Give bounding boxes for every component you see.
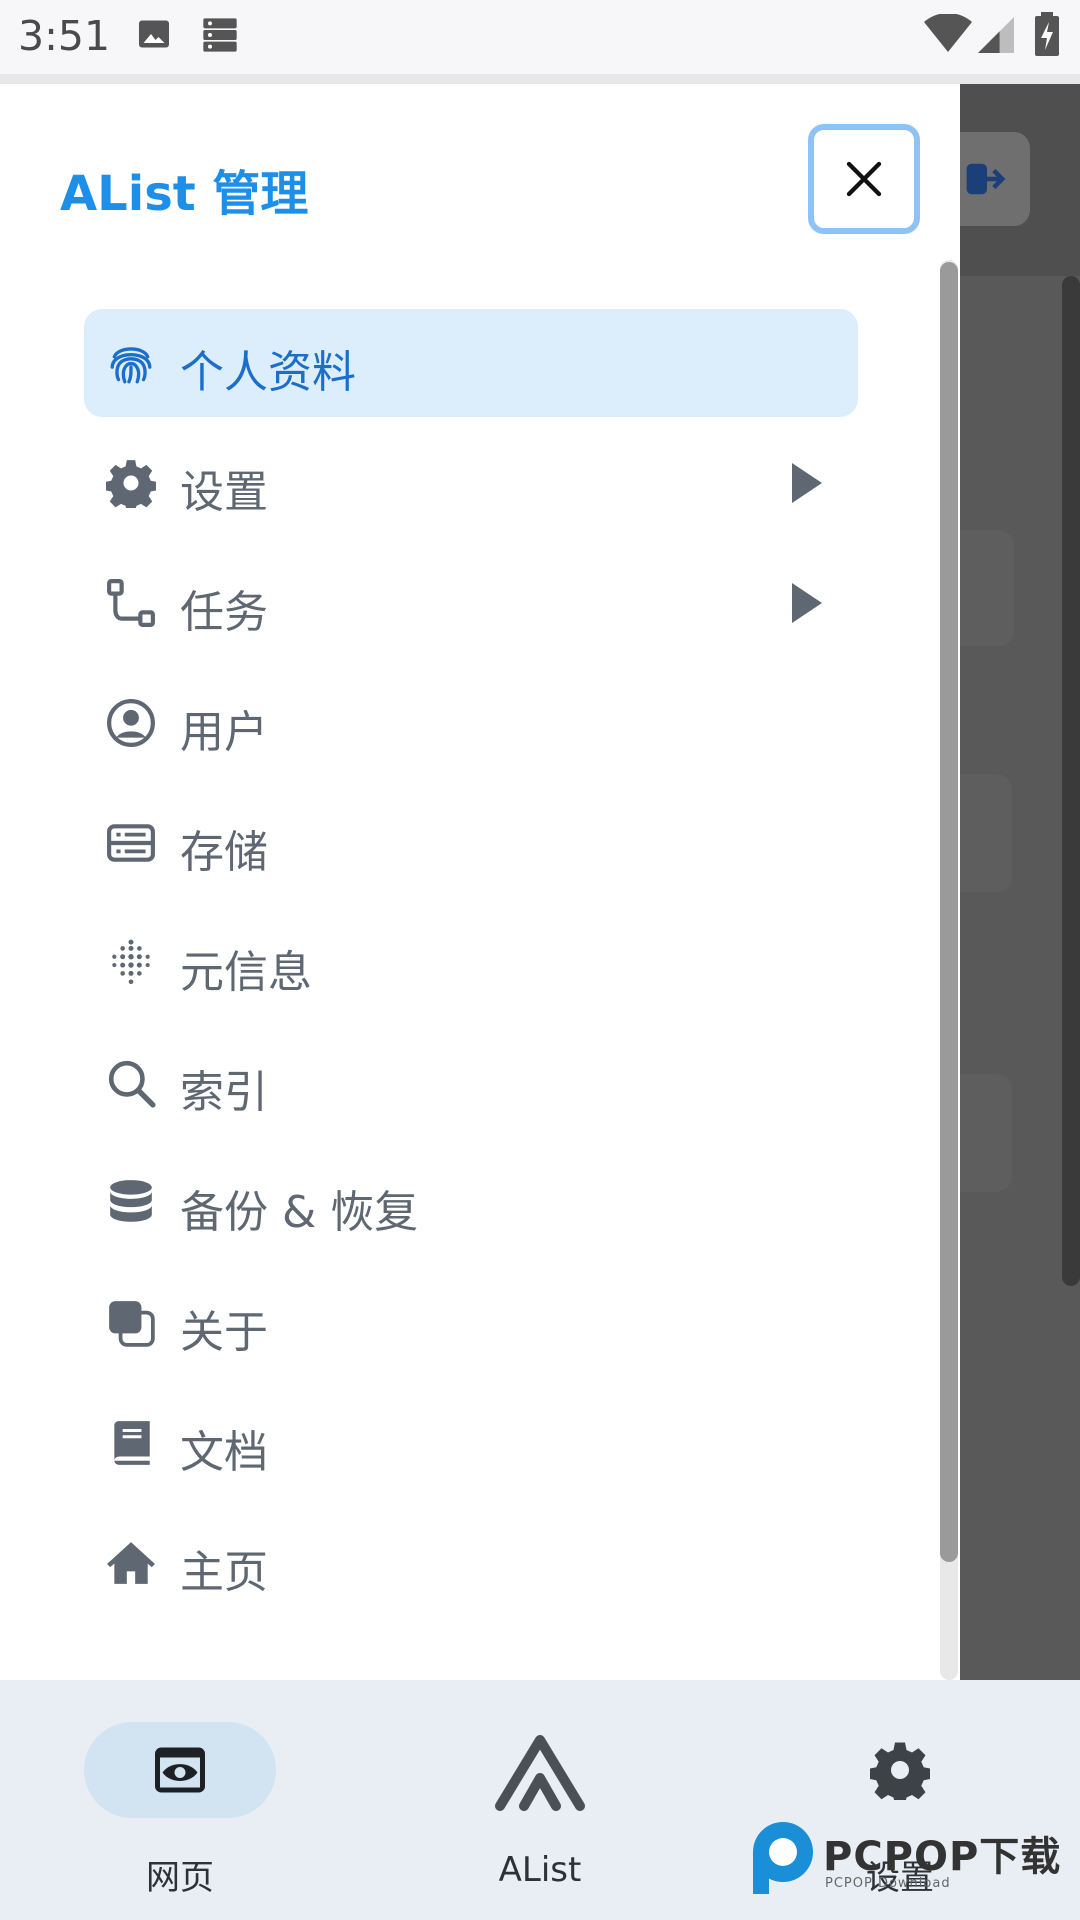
status-divider [0,74,1080,84]
nav-item-alist[interactable]: AList [360,1680,720,1920]
home-icon [107,1542,155,1584]
status-time: 3:51 [18,12,111,60]
database-icon [110,1180,152,1222]
background-card [960,774,1012,892]
menu-item-label: 文档 [180,1427,268,1478]
menu-item-metas[interactable]: 元信息 [84,909,858,1017]
menu-item-indexes[interactable]: 索引 [84,1029,858,1137]
menu-item-tasks[interactable]: 任务 [84,549,858,657]
search-icon [108,1060,156,1108]
storage-icon [107,824,155,862]
background-card [960,1074,1012,1192]
close-button[interactable] [808,124,920,234]
copy-squares-icon [109,1301,155,1347]
background-logout-button [960,132,1030,226]
drawer-title: AList 管理 [60,166,309,222]
menu-item-label: 元信息 [180,947,312,998]
gear-icon [870,1742,930,1800]
menu-item-profile[interactable]: 个人资料 [84,309,858,417]
watermark: PCPOP下载 PCPOP Download [745,1816,1075,1916]
chevron-right-icon [792,463,822,503]
menu-item-about[interactable]: 关于 [84,1269,858,1377]
background-card [960,530,1014,646]
admin-drawer: AList 管理 个人资料 设置 任务 用户 存储 元信息 索引 备份 & 恢复… [0,84,960,1680]
watermark-logo [753,1822,813,1894]
menu-item-label: 任务 [180,587,268,638]
menu-item-label: 设置 [180,467,268,518]
menu-item-label: 索引 [180,1067,268,1118]
menu-item-home[interactable]: 主页 [84,1509,858,1617]
menu-item-label: 主页 [180,1547,268,1598]
menu-item-label: 个人资料 [180,347,356,398]
status-bar: 3:51 [0,0,1080,84]
menu-item-label: 存储 [180,827,268,878]
menu-item-label: 备份 & 恢复 [180,1187,419,1238]
logout-icon [966,163,1006,195]
eye-window-icon [155,1747,205,1793]
nav-item-webpage[interactable]: 网页 [0,1680,360,1920]
close-icon [846,161,882,197]
alist-logo-icon [495,1735,585,1811]
fingerprint-icon [110,347,152,384]
book-icon [114,1421,150,1465]
workflow-icon [107,579,155,627]
image-icon [139,20,169,48]
watermark-text: PCPOP下载 [823,1834,1062,1880]
watermark-subtext: PCPOP Download [825,1876,951,1891]
chevron-right-icon [792,583,822,623]
storage-icon [203,18,237,52]
user-circle-icon [107,699,155,747]
dots-grid-icon [112,939,150,985]
scrim[interactable] [960,84,1080,1680]
menu-item-backup-restore[interactable]: 备份 & 恢复 [84,1149,858,1257]
wifi-icon [924,14,972,52]
menu-item-settings[interactable]: 设置 [84,429,858,537]
gear-icon [106,460,156,508]
menu-item-docs[interactable]: 文档 [84,1389,858,1497]
drawer-scrollbar-thumb[interactable] [940,262,958,1562]
background-scrollbar [1062,276,1080,1286]
nav-item-label: AList [498,1850,582,1890]
signal-icon [978,17,1014,53]
drawer-menu: 个人资料 设置 任务 用户 存储 元信息 索引 备份 & 恢复 关于 文档 主页 [84,309,858,1629]
menu-item-label: 用户 [180,707,268,758]
menu-item-users[interactable]: 用户 [84,669,858,777]
nav-item-label: 网页 [146,1858,214,1898]
menu-item-storage[interactable]: 存储 [84,789,858,897]
battery-icon [1035,12,1059,56]
menu-item-label: 关于 [180,1307,268,1358]
